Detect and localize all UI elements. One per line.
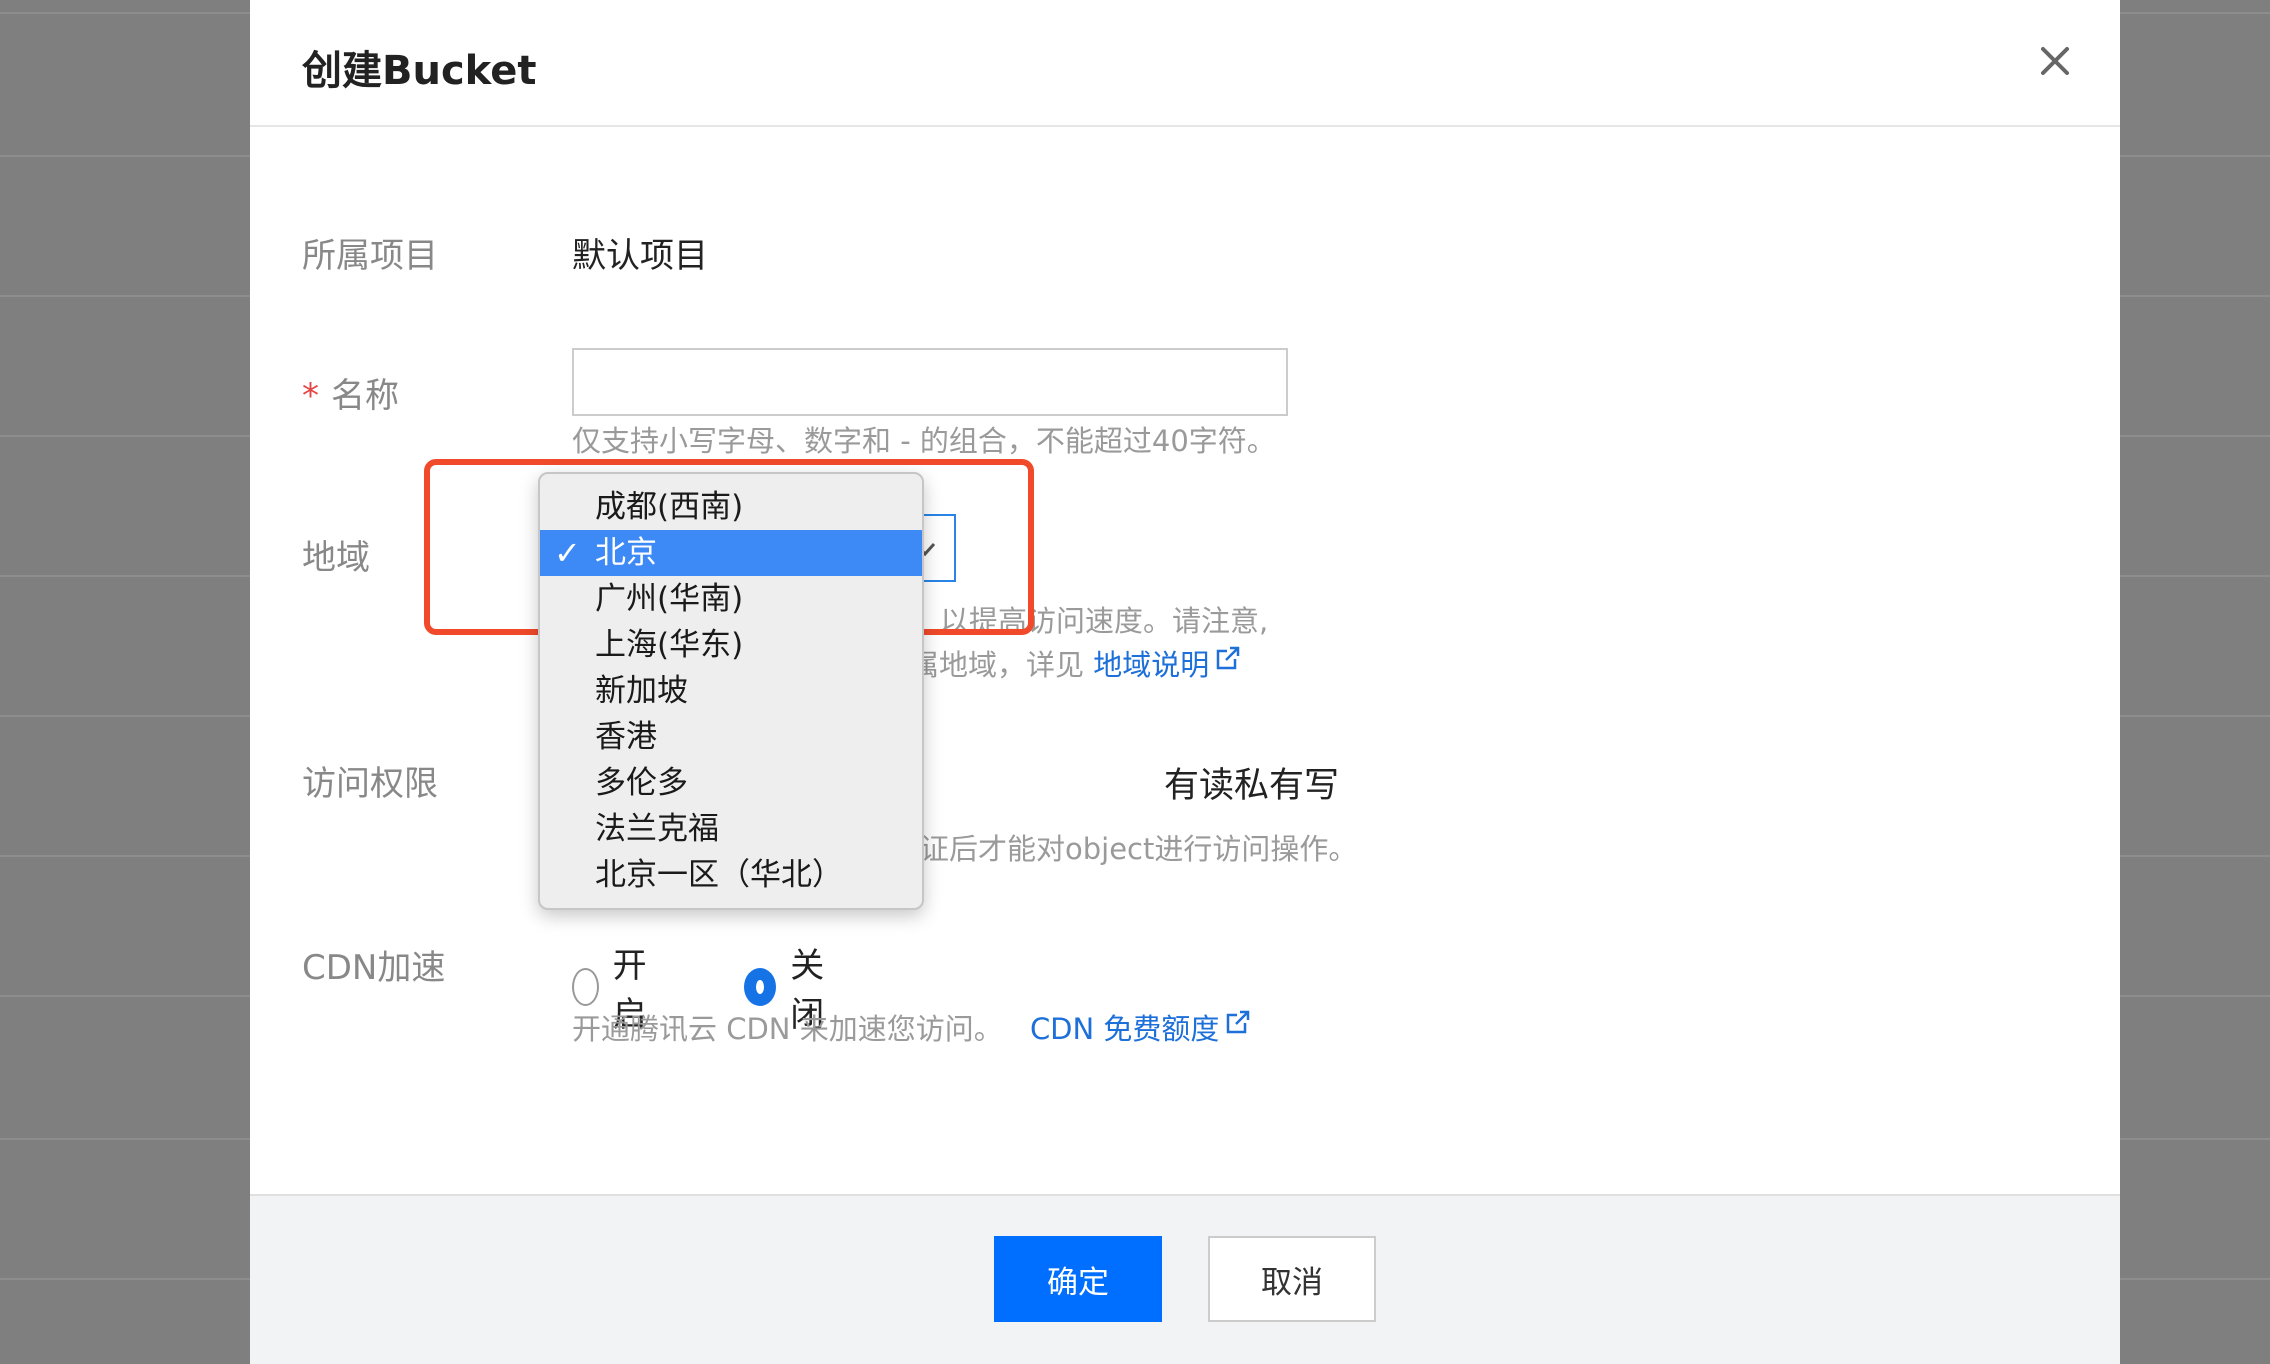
region-doc-link[interactable]: 地域说明 — [1093, 645, 1242, 682]
region-hint-line1: 以提高访问速度。请注意, — [940, 604, 1269, 638]
region-option[interactable]: 法兰克福 — [540, 806, 922, 852]
name-label-text: 名称 — [331, 376, 399, 416]
cdn-hint: 开通腾讯云 CDN 来加速您访问。 CDN 免费额度 — [572, 1006, 1252, 1048]
region-option[interactable]: 香港 — [540, 714, 922, 760]
create-bucket-dialog: 创建Bucket 所属项目 默认项目 * 名称 仅支持小写字母、数字和 - 的组合… — [250, 0, 2120, 1364]
dialog-header: 创建Bucket — [250, 0, 2120, 127]
dialog-title: 创建Bucket — [302, 48, 537, 94]
region-option[interactable]: 北京一区（华北） — [540, 852, 922, 898]
project-value: 默认项目 — [572, 236, 708, 276]
radio-checked-icon — [744, 968, 777, 1006]
check-icon: ✓ — [554, 534, 581, 572]
cdn-free-quota-link-text: CDN 免费额度 — [1029, 1012, 1220, 1046]
region-option-label: 北京 — [595, 535, 657, 571]
name-label: * 名称 — [302, 368, 399, 417]
project-label: 所属项目 — [302, 236, 438, 276]
region-option-selected[interactable]: ✓ 北京 — [540, 530, 922, 576]
bucket-name-input[interactable] — [572, 348, 1288, 416]
radio-unchecked-icon — [572, 968, 599, 1006]
region-hint-line2: 属地域，详见 地域说明 — [910, 642, 1242, 684]
region-option[interactable]: 新加坡 — [540, 668, 922, 714]
acl-option-label: 有读私有写 — [1164, 766, 1340, 806]
cdn-hint-text: 开通腾讯云 CDN 来加速您访问。 — [572, 1012, 1003, 1046]
external-link-icon — [1227, 1009, 1252, 1034]
region-option[interactable]: 多伦多 — [540, 760, 922, 806]
dialog-footer: 确定 取消 — [250, 1194, 2120, 1364]
acl-label: 访问权限 — [302, 764, 438, 804]
acl-hint: 证后才能对object进行访问操作。 — [920, 832, 1358, 866]
region-option[interactable]: 上海(华东) — [540, 622, 922, 668]
region-label: 地域 — [302, 538, 370, 578]
close-button[interactable] — [2030, 36, 2080, 86]
confirm-button[interactable]: 确定 — [994, 1236, 1162, 1322]
close-icon — [2041, 47, 2069, 75]
region-option[interactable]: 广州(华南) — [540, 576, 922, 622]
cancel-button[interactable]: 取消 — [1208, 1236, 1376, 1322]
cdn-label: CDN加速 — [302, 948, 446, 988]
region-dropdown-menu: 成都(西南) ✓ 北京 广州(华南) 上海(华东) 新加坡 香港 多伦多 法兰克福… — [538, 472, 924, 910]
region-option[interactable]: 成都(西南) — [540, 484, 922, 530]
region-doc-link-text: 地域说明 — [1093, 648, 1210, 682]
region-hint-text: 属地域，详见 — [910, 648, 1085, 682]
name-hint: 仅支持小写字母、数字和 - 的组合，不能超过40字符。 — [572, 424, 1276, 458]
required-mark: * — [302, 376, 319, 416]
external-link-icon — [1217, 645, 1242, 670]
cdn-free-quota-link[interactable]: CDN 免费额度 — [1029, 1009, 1252, 1046]
